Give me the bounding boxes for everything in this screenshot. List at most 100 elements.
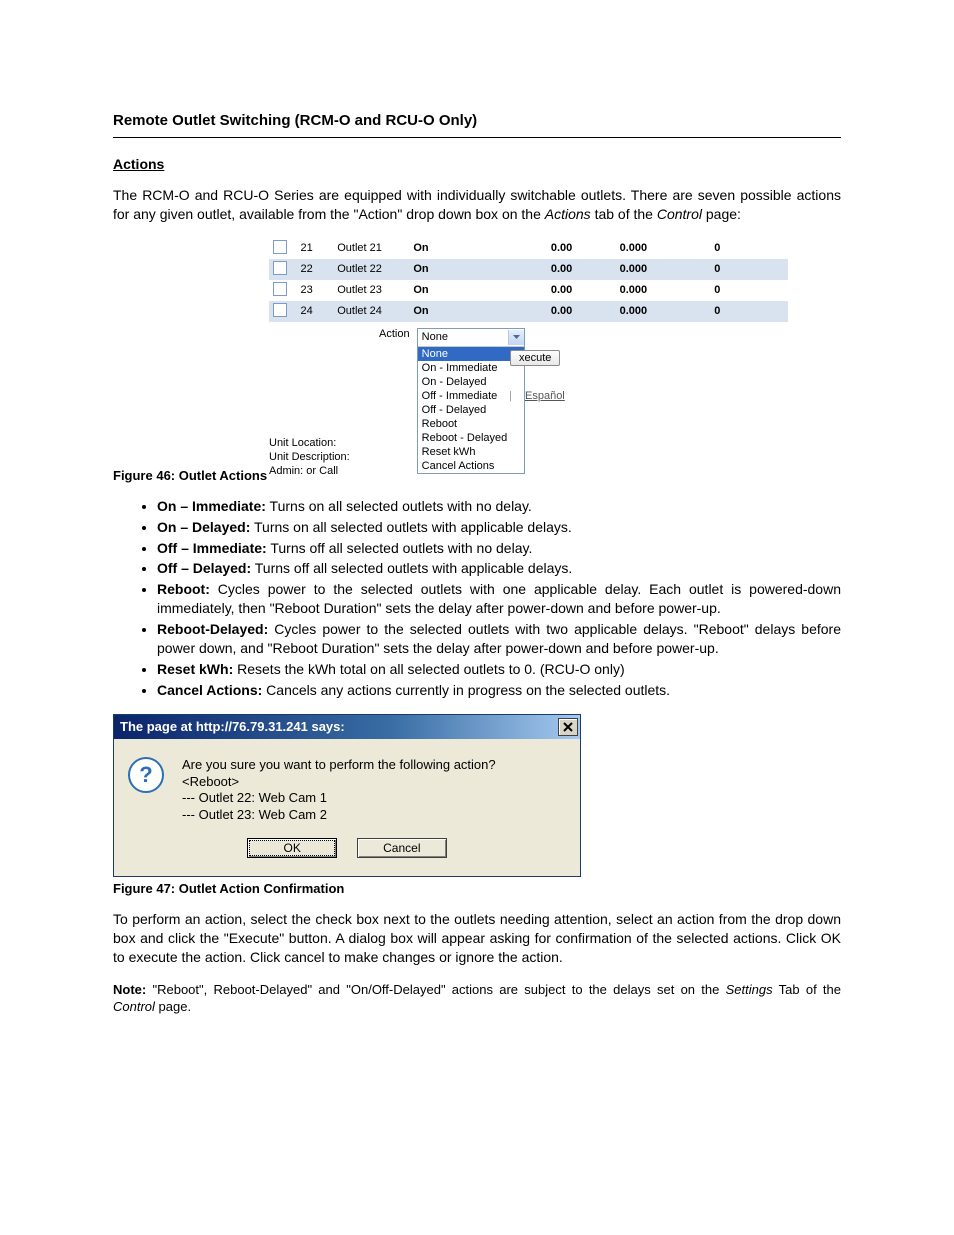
select-option[interactable]: On - Delayed <box>418 375 524 389</box>
outlet-checkbox[interactable] <box>273 282 287 296</box>
text: <Reboot> <box>182 774 496 791</box>
select-option[interactable]: Cancel Actions <box>418 459 524 473</box>
separator: | <box>509 390 512 402</box>
select-option[interactable]: Reboot <box>418 417 524 431</box>
outlet-actions-panel: 21Outlet 21On0.000.000022Outlet 22On0.00… <box>268 238 789 466</box>
list-item: On – Delayed: Turns on all selected outl… <box>157 518 841 537</box>
rule <box>113 137 841 138</box>
table-row: 24Outlet 24On0.000.0000 <box>269 301 788 322</box>
outlet-name: Outlet 24 <box>333 301 409 322</box>
table-row: 23Outlet 23On0.000.0000 <box>269 280 788 301</box>
bullet-term: Reboot: <box>157 581 210 597</box>
dialog-titlebar: The page at http://76.79.31.241 says: <box>114 715 580 739</box>
select-option[interactable]: None <box>418 347 524 361</box>
page-title: Remote Outlet Switching (RCM-O and RCU-O… <box>113 112 841 129</box>
outlet-state: On <box>409 259 501 280</box>
outlet-val-c: 0 <box>651 301 724 322</box>
close-icon[interactable] <box>558 718 578 736</box>
text: --- Outlet 22: Web Cam 1 <box>182 790 496 807</box>
dialog-message: Are you sure you want to perform the fol… <box>182 757 496 825</box>
execute-button[interactable]: xecute <box>510 350 560 366</box>
outlet-state: On <box>409 238 501 259</box>
unit-info: Unit Location: Unit Description: Admin: … <box>269 436 350 479</box>
select-option[interactable]: Reboot - Delayed <box>418 431 524 445</box>
bullet-text: Resets the kWh total on all selected out… <box>233 661 624 677</box>
outlet-name: Outlet 23 <box>333 280 409 301</box>
select-value: None <box>422 331 448 343</box>
list-item: Cancel Actions: Cancels any actions curr… <box>157 681 841 700</box>
outlet-val-b: 0.000 <box>576 238 651 259</box>
text-italic: Settings <box>726 982 773 997</box>
outlet-val-b: 0.000 <box>576 259 651 280</box>
select-option[interactable]: On - Immediate <box>418 361 524 375</box>
intro-paragraph: The RCM-O and RCU-O Series are equipped … <box>113 186 841 224</box>
outlet-val-c: 0 <box>651 238 724 259</box>
dialog-title: The page at http://76.79.31.241 says: <box>120 719 345 734</box>
list-item: Off – Delayed: Turns off all selected ou… <box>157 559 841 578</box>
language-link[interactable]: Español <box>525 390 565 402</box>
outlet-number: 22 <box>297 259 334 280</box>
note-label: Note: <box>113 982 146 997</box>
section-actions: Actions <box>113 156 841 172</box>
text: --- Outlet 23: Web Cam 2 <box>182 807 496 824</box>
outlet-val-a: 0.00 <box>502 238 576 259</box>
outlet-name: Outlet 21 <box>333 238 409 259</box>
cancel-button[interactable]: Cancel <box>357 838 447 858</box>
list-item: Reset kWh: Resets the kWh total on all s… <box>157 660 841 679</box>
outlet-checkbox[interactable] <box>273 261 287 275</box>
outlet-val-a: 0.00 <box>502 259 576 280</box>
bullet-term: Cancel Actions: <box>157 682 262 698</box>
unit-location-label: Unit Location: <box>269 436 350 450</box>
question-icon: ? <box>128 757 164 793</box>
outlet-checkbox[interactable] <box>273 303 287 317</box>
text-italic: Control <box>113 999 155 1014</box>
select-option[interactable]: Reset kWh <box>418 445 524 459</box>
confirmation-dialog: The page at http://76.79.31.241 says: ? … <box>113 714 581 878</box>
list-item: Reboot: Cycles power to the selected out… <box>157 580 841 618</box>
outlet-number: 24 <box>297 301 334 322</box>
outlet-val-a: 0.00 <box>502 301 576 322</box>
outlet-val-c: 0 <box>651 259 724 280</box>
text-italic: Actions <box>545 206 591 222</box>
unit-description-label: Unit Description: <box>269 450 350 464</box>
select-option[interactable]: Off - Immediate <box>418 389 524 403</box>
outlet-checkbox[interactable] <box>273 240 287 254</box>
unit-admin-label: Admin: or Call <box>269 464 350 478</box>
bullet-text: Turns on all selected outlets with appli… <box>250 519 571 535</box>
bullet-text: Cancels any actions currently in progres… <box>262 682 670 698</box>
bullet-term: On – Delayed: <box>157 519 250 535</box>
list-item: Reboot-Delayed: Cycles power to the sele… <box>157 620 841 658</box>
outlet-val-b: 0.000 <box>576 301 651 322</box>
bullet-text: Turns on all selected outlets with no de… <box>266 498 532 514</box>
action-label: Action <box>379 328 410 340</box>
list-item: Off – Immediate: Turns off all selected … <box>157 539 841 558</box>
outlet-number: 21 <box>297 238 334 259</box>
outlet-val-c: 0 <box>651 280 724 301</box>
outlet-val-b: 0.000 <box>576 280 651 301</box>
note-paragraph: Note: "Reboot", Reboot-Delayed" and "On/… <box>113 981 841 1016</box>
figure-47-caption: Figure 47: Outlet Action Confirmation <box>113 881 841 896</box>
table-row: 21Outlet 21On0.000.0000 <box>269 238 788 259</box>
text: tab of the <box>595 206 657 222</box>
ok-button[interactable]: OK <box>247 838 337 858</box>
text: page. <box>159 999 192 1014</box>
bullet-term: On – Immediate: <box>157 498 266 514</box>
outlet-name: Outlet 22 <box>333 259 409 280</box>
perform-action-paragraph: To perform an action, select the check b… <box>113 910 841 967</box>
text: Are you sure you want to perform the fol… <box>182 757 496 774</box>
text: Tab of the <box>779 982 841 997</box>
actions-list: On – Immediate: Turns on all selected ou… <box>113 497 841 700</box>
text-italic: Control <box>657 206 702 222</box>
bullet-text: Turns off all selected outlets with no d… <box>267 540 533 556</box>
bullet-term: Reboot-Delayed: <box>157 621 268 637</box>
bullet-term: Off – Immediate: <box>157 540 267 556</box>
outlet-state: On <box>409 280 501 301</box>
table-row: 22Outlet 22On0.000.0000 <box>269 259 788 280</box>
select-option[interactable]: Off - Delayed <box>418 403 524 417</box>
list-item: On – Immediate: Turns on all selected ou… <box>157 497 841 516</box>
text: page: <box>706 206 741 222</box>
outlet-table: 21Outlet 21On0.000.000022Outlet 22On0.00… <box>269 238 788 322</box>
outlet-state: On <box>409 301 501 322</box>
chevron-down-icon[interactable] <box>508 330 524 345</box>
bullet-text: Cycles power to the selected outlets wit… <box>157 581 841 616</box>
